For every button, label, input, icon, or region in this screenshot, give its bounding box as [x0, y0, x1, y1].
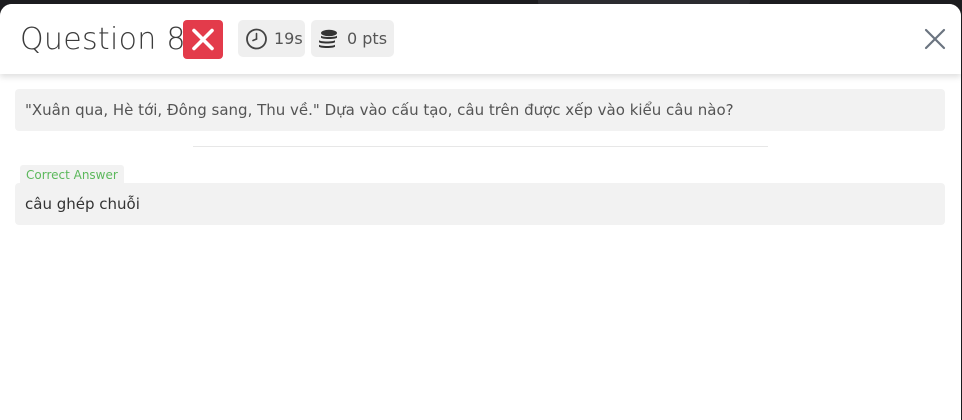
- correct-answer-box: câu ghép chuỗi: [15, 183, 945, 225]
- question-text-box: "Xuân qua, Hè tới, Đông sang, Thu về." D…: [15, 89, 945, 131]
- modal-header: Question 8 19s 0 pts: [0, 4, 961, 74]
- coins-icon: [319, 29, 337, 48]
- wrong-x-icon: [192, 28, 214, 51]
- question-text: "Xuân qua, Hè tới, Đông sang, Thu về." D…: [25, 101, 734, 119]
- points-value: 0 pts: [347, 29, 388, 48]
- question-review-modal: Question 8 19s 0 pts "Xuân qua, Hè tới, …: [0, 4, 961, 420]
- close-button[interactable]: [922, 26, 948, 52]
- close-icon: [924, 28, 946, 50]
- time-chip: 19s: [238, 20, 305, 57]
- correct-answer-text: câu ghép chuỗi: [25, 195, 140, 213]
- time-value: 19s: [274, 29, 303, 48]
- modal-body: "Xuân qua, Hè tới, Đông sang, Thu về." D…: [0, 74, 961, 420]
- wrong-answer-badge: [183, 20, 223, 59]
- question-title: Question 8: [20, 22, 186, 57]
- points-chip: 0 pts: [311, 20, 394, 57]
- divider: [193, 146, 768, 147]
- clock-icon: [246, 28, 267, 50]
